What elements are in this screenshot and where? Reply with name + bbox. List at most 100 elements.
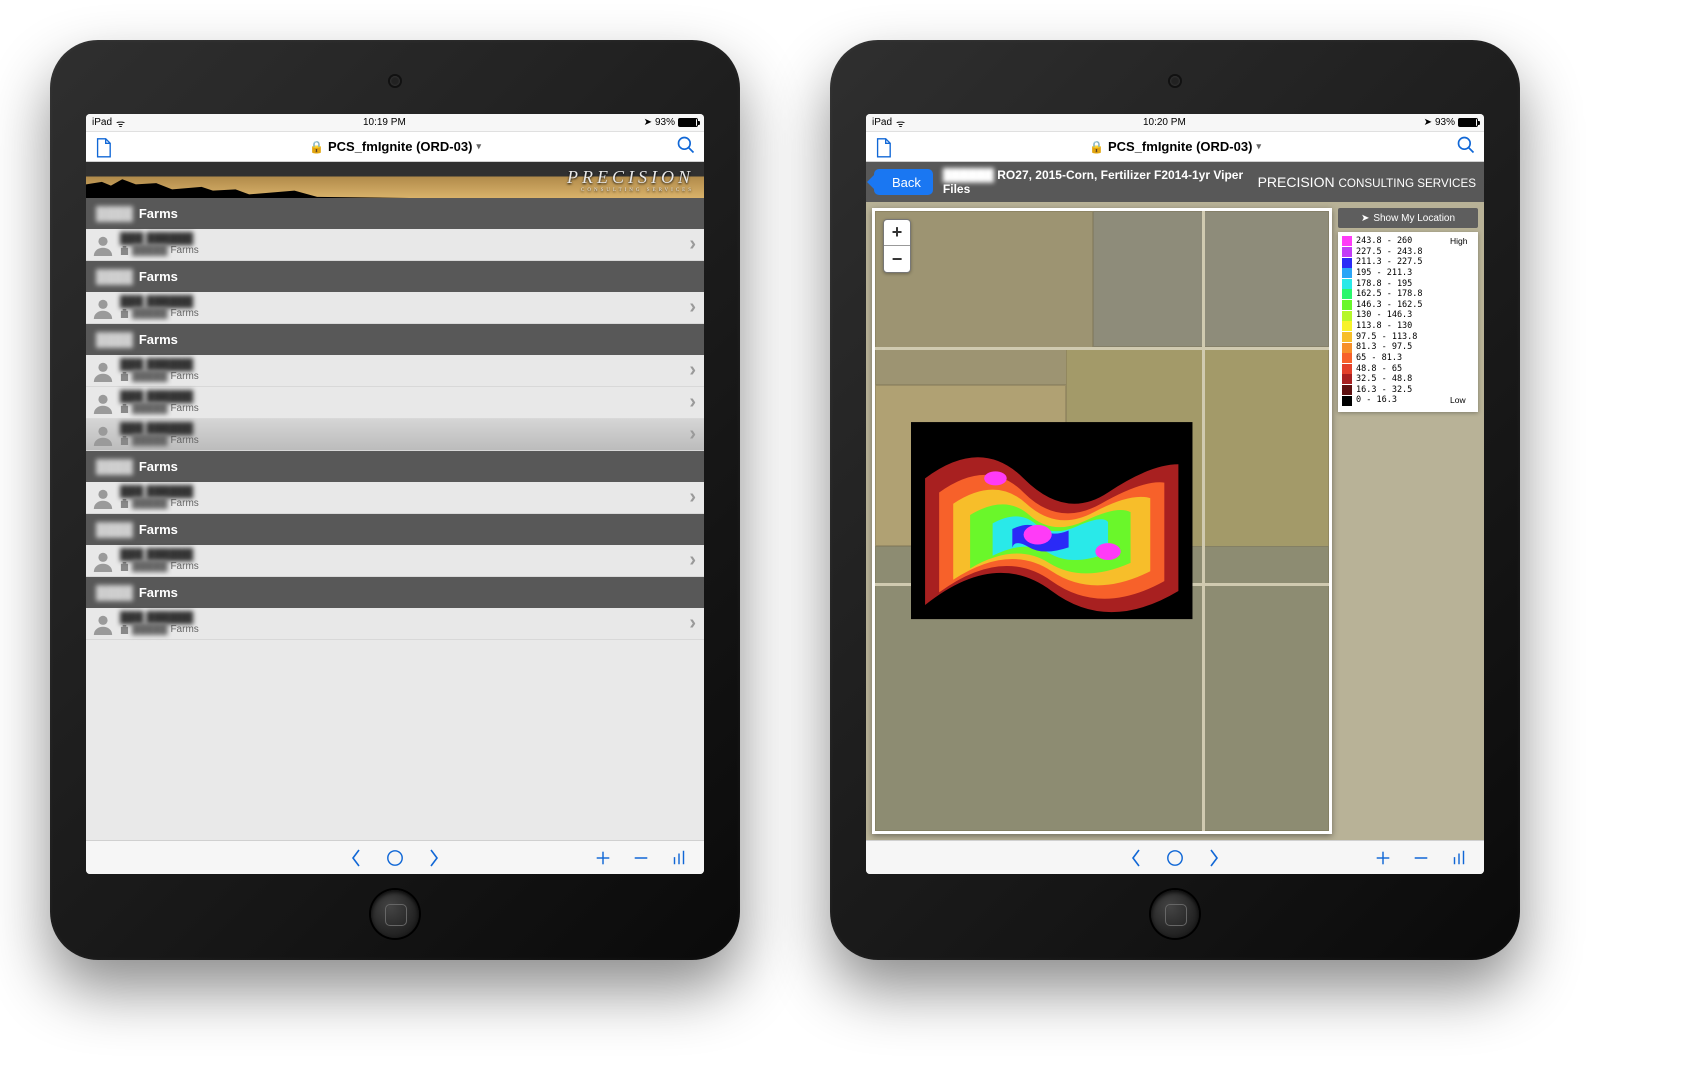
db-title: PCS_fmIgnite (ORD-03) [1108,139,1252,154]
person-icon [92,550,114,572]
list-item[interactable]: ███ ███████████Farms› [86,229,704,261]
person-icon [92,297,114,319]
filemaker-topbar: 🔒 PCS_fmIgnite (ORD-03) ▾ [86,132,704,162]
carrier-label: iPad [92,117,112,128]
legend-swatch [1342,279,1352,289]
search-icon[interactable] [1456,135,1476,158]
list-item-text: ███ ███████████Farms [120,391,689,414]
person-icon [92,234,114,256]
show-my-location-button[interactable]: ➤ Show My Location [1338,208,1478,228]
document-icon[interactable] [94,137,112,157]
list-item[interactable]: ███ ███████████Farms› [86,387,704,419]
building-icon [120,404,129,413]
chevron-right-icon: › [689,549,696,572]
building-icon [120,436,129,445]
list-item-text: ███ ███████████Farms [120,423,689,446]
person-icon [92,613,114,635]
person-icon [92,360,114,382]
list-item[interactable]: ███ ███████████Farms› [86,608,704,640]
status-time: 10:19 PM [125,117,643,128]
list-item[interactable]: ███ ███████████Farms› [86,292,704,324]
legend-row: 0 - 16.3Low [1342,395,1474,406]
db-title-button[interactable]: 🔒 PCS_fmIgnite (ORD-03) ▾ [134,139,656,154]
legend-row: 81.3 - 97.5 [1342,342,1474,353]
list-item-text: ███ ███████████Farms [120,359,689,382]
next-record-button[interactable] [426,848,442,868]
zoom-in-button[interactable]: + [884,220,910,246]
sort-button[interactable] [1450,849,1468,867]
chevron-right-icon: › [689,486,696,509]
farms-list[interactable]: ████Farms███ ███████████Farms›████Farms█… [86,198,704,840]
camera-dot [1170,76,1180,86]
prev-record-button[interactable] [1128,848,1144,868]
carrier-label: iPad [872,117,892,128]
ipad-device-left: iPad ᯤ 10:19 PM ➤ 93% 🔒 PCS_fmIgnite (OR… [50,40,740,960]
back-button[interactable]: Back [874,169,933,195]
chevron-right-icon: › [689,233,696,256]
chevron-down-icon: ▾ [1256,141,1261,152]
camera-dot [390,76,400,86]
list-item-text: ███ ███████████Farms [120,233,689,256]
battery-pct: 93% [1435,117,1455,128]
legend-row: 130 - 146.3 [1342,310,1474,321]
ipad-device-right: iPad ᯤ 10:20 PM ➤ 93% 🔒 PCS_fmIgnite (OR… [830,40,1520,960]
legend-panel: ➤ Show My Location 243.8 - 260High227.5 … [1338,208,1478,834]
legend-swatch [1342,247,1352,257]
current-record-button[interactable] [386,848,404,868]
group-header: ████Farms [86,577,704,608]
new-record-button[interactable] [1374,849,1392,867]
home-button[interactable] [371,890,419,938]
legend-swatch [1342,385,1352,395]
legend-row: 162.5 - 178.8 [1342,289,1474,300]
new-record-button[interactable] [594,849,612,867]
legend-row: 227.5 - 243.8 [1342,247,1474,258]
list-item[interactable]: ███ ███████████Farms› [86,419,704,451]
db-title-button[interactable]: 🔒 PCS_fmIgnite (ORD-03) ▾ [914,139,1436,154]
battery-icon [1458,118,1478,127]
filemaker-topbar: 🔒 PCS_fmIgnite (ORD-03) ▾ [866,132,1484,162]
ios-statusbar: iPad ᯤ 10:19 PM ➤ 93% [86,114,704,132]
legend-row: 32.5 - 48.8 [1342,374,1474,385]
prev-record-button[interactable] [348,848,364,868]
legend-swatch [1342,268,1352,278]
group-header: ████Farms [86,451,704,482]
legend-swatch [1342,374,1352,384]
chevron-right-icon: › [689,296,696,319]
map-canvas[interactable]: + − [872,208,1332,834]
legend-swatch [1342,258,1352,268]
battery-icon [678,118,698,127]
list-item[interactable]: ███ ███████████Farms› [86,545,704,577]
battery-pct: 93% [655,117,675,128]
brand-logo: PRECISION CONSULTING SERVICES [567,167,694,193]
screen-right: iPad ᯤ 10:20 PM ➤ 93% 🔒 PCS_fmIgnite (OR… [866,114,1484,874]
location-arrow-icon: ➤ [1424,117,1432,128]
list-item[interactable]: ███ ███████████Farms› [86,482,704,514]
legend-row: 146.3 - 162.5 [1342,300,1474,311]
current-record-button[interactable] [1166,848,1184,868]
screen-left: iPad ᯤ 10:19 PM ➤ 93% 🔒 PCS_fmIgnite (OR… [86,114,704,874]
building-icon [120,246,129,255]
legend-swatch [1342,311,1352,321]
next-record-button[interactable] [1206,848,1222,868]
bottom-toolbar [866,840,1484,874]
document-icon[interactable] [874,137,892,157]
chevron-right-icon: › [689,359,696,382]
group-header: ████Farms [86,198,704,229]
building-icon [120,625,129,634]
legend-swatch [1342,364,1352,374]
legend-row: 211.3 - 227.5 [1342,257,1474,268]
map-nav-header: Back ██████ RO27, 2015-Corn, Fertilizer … [866,162,1484,202]
home-button[interactable] [1151,890,1199,938]
legend-swatch [1342,321,1352,331]
zoom-out-button[interactable]: − [884,246,910,272]
lock-icon: 🔒 [309,140,324,154]
delete-record-button[interactable] [632,849,650,867]
legend-row: 16.3 - 32.5 [1342,385,1474,396]
legend-swatch [1342,289,1352,299]
brand-logo: PRECISION CONSULTING SERVICES [1258,174,1476,190]
list-item-text: ███ ███████████Farms [120,486,689,509]
sort-button[interactable] [670,849,688,867]
search-icon[interactable] [676,135,696,158]
list-item[interactable]: ███ ███████████Farms› [86,355,704,387]
delete-record-button[interactable] [1412,849,1430,867]
